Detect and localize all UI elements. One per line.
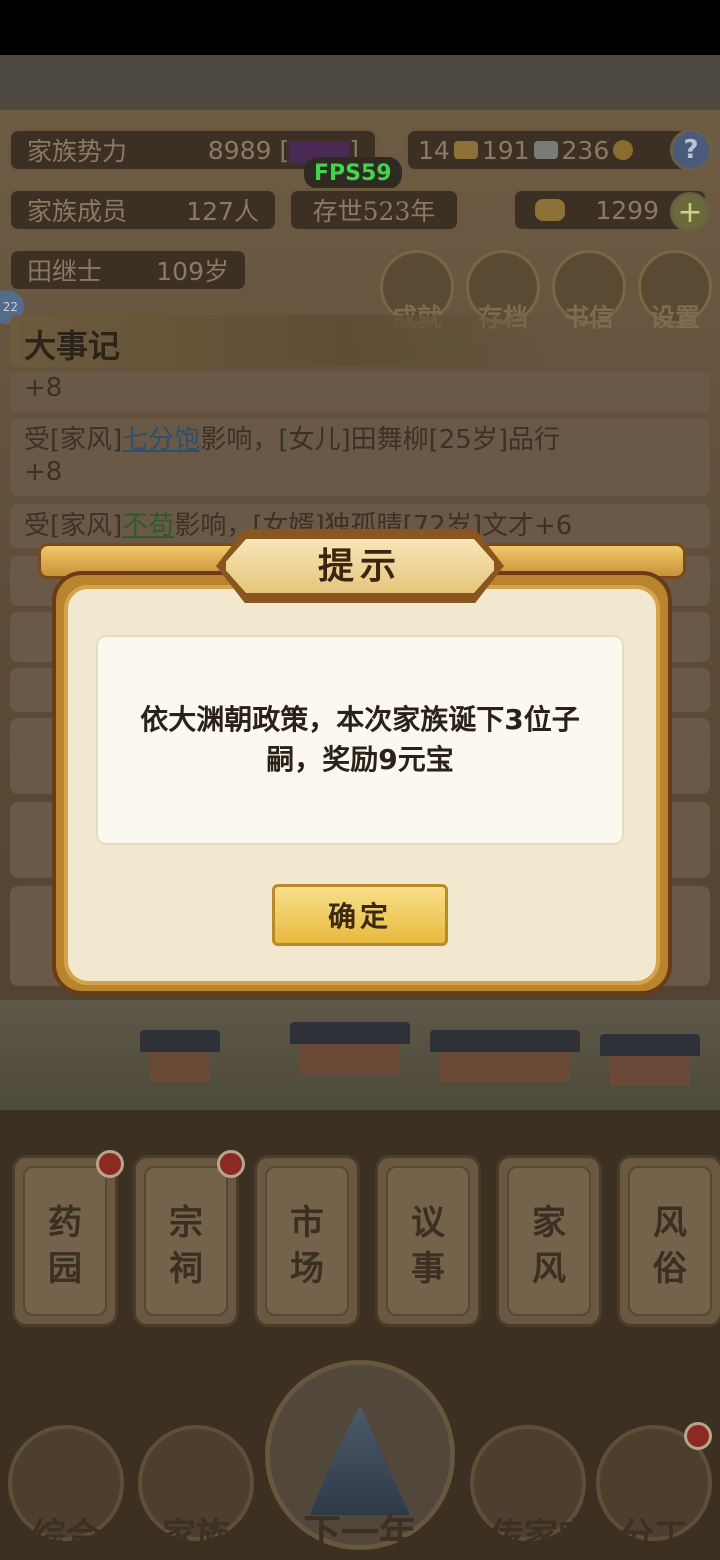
notification-dot [217, 1150, 245, 1178]
dialog-title: 提示 [317, 545, 402, 587]
village-scene [0, 1000, 720, 1110]
settings-label: 设置 [649, 303, 700, 332]
building-herb-garden[interactable]: 药园 [12, 1155, 118, 1327]
building-label: 家风 [532, 1203, 566, 1289]
currency-panel: 14 191 236 [405, 128, 705, 172]
notification-dot [684, 1422, 712, 1450]
notice-dialog: 提示 依大渊朝政策，本次家族诞下3位子嗣，奖励9元宝 确定 [38, 529, 686, 997]
building-label: 药园 [48, 1203, 82, 1289]
family-head-panel[interactable]: 田继士 109岁 [8, 248, 248, 292]
dialog-message: 依大渊朝政策，本次家族诞下3位子嗣，奖励9元宝 [140, 703, 580, 776]
fps-counter: FPS59 [304, 157, 402, 189]
family-age-panel: 存世523年 [288, 188, 460, 232]
family-power-label: 家族势力 [27, 137, 128, 166]
building-label: 宗祠 [169, 1203, 203, 1289]
add-ingot-button[interactable]: + [670, 192, 710, 232]
log-entry: +8 [10, 372, 710, 412]
gold-bar-count: 14 [418, 135, 450, 165]
mountain-icon [310, 1405, 410, 1515]
notification-dot [96, 1150, 124, 1178]
family-members-panel[interactable]: 家族成员 127人 [8, 188, 278, 232]
copper-coin-count: 236 [561, 135, 610, 165]
building-family-style[interactable]: 家风 [496, 1155, 602, 1327]
family-head-name: 田继士 [27, 257, 103, 286]
family-head-age: 109岁 [156, 257, 229, 286]
building-label: 风俗 [653, 1203, 687, 1289]
building-label: 市场 [290, 1203, 324, 1289]
log-text: 受[家风] [24, 425, 123, 455]
family-style-link[interactable]: 七分饱 [122, 425, 200, 455]
ingot-count: 1299 [595, 195, 659, 225]
gold-bar-icon [453, 141, 478, 159]
log-entry: 受[家风]七分饱影响，[女儿]田舞柳[25岁]品行 +8 [10, 418, 710, 496]
log-text: +8 [24, 373, 63, 403]
family-age-text: 存世523年 [312, 197, 436, 226]
ingot-icon [535, 199, 565, 221]
family-members-label: 家族成员 [27, 197, 128, 226]
event-log-header: 大事记 [10, 315, 570, 367]
silver-bar-icon [533, 141, 558, 159]
family-members-value: 127人 [186, 197, 259, 226]
help-button[interactable]: ? [670, 129, 712, 171]
building-label: 议事 [411, 1203, 445, 1289]
nav-general-label: 综合 [32, 1516, 100, 1556]
building-customs[interactable]: 风俗 [617, 1155, 720, 1327]
log-text: +8 [24, 457, 63, 487]
nav-family-label: 家族 [162, 1516, 230, 1556]
copper-coin-icon [613, 140, 634, 160]
confirm-button[interactable]: 确定 [272, 884, 448, 946]
building-market[interactable]: 市场 [254, 1155, 360, 1327]
log-text: 影响，[女儿]田舞柳[25岁]品行 [200, 425, 560, 455]
building-ancestral-hall[interactable]: 宗祠 [133, 1155, 239, 1327]
status-bar [0, 0, 720, 55]
nav-division-label: 分工 [620, 1516, 688, 1556]
silver-bar-count: 191 [481, 135, 530, 165]
dialog-message-box: 依大渊朝政策，本次家族诞下3位子嗣，奖励9元宝 [96, 635, 624, 845]
next-year-label: 下一年 [302, 1510, 417, 1555]
building-council[interactable]: 议事 [375, 1155, 481, 1327]
top-band [0, 55, 720, 115]
event-log-title: 大事记 [24, 327, 121, 365]
